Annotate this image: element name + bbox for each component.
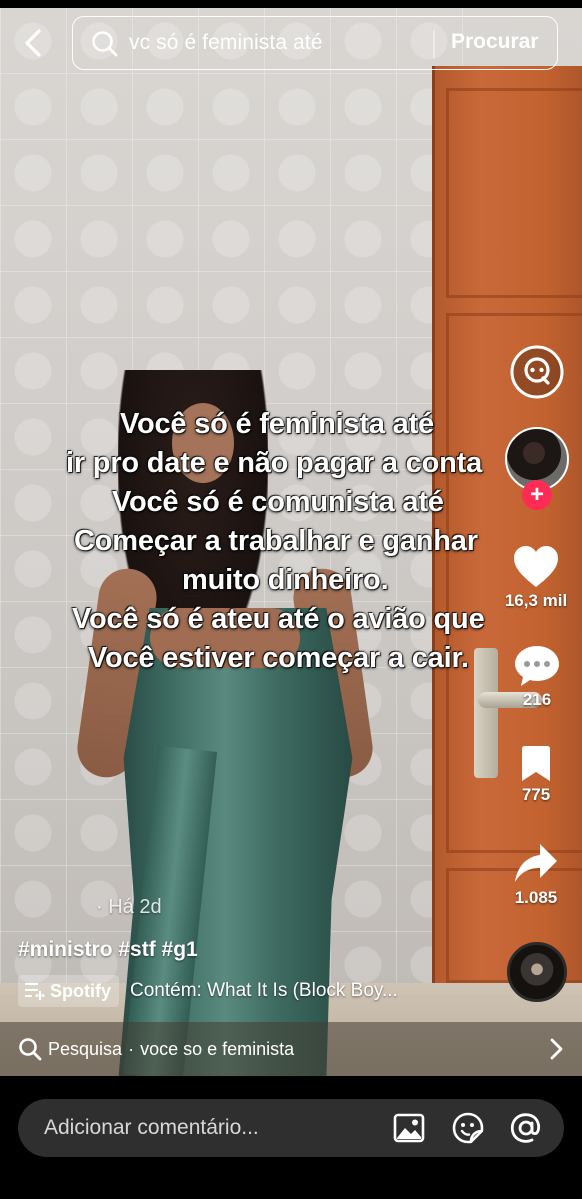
like-button[interactable]: 16,3 mil [502, 545, 570, 611]
search-icon [92, 31, 118, 57]
related-search-query: voce so e feminista [140, 1039, 295, 1059]
save-count: 775 [521, 785, 551, 804]
caption-line: Começar a trabalhar e ganhar [74, 525, 478, 557]
share-count: 1.085 [514, 888, 558, 907]
search-icon [19, 1038, 42, 1061]
caption-line: Você só é comunista até [112, 486, 444, 518]
comment-button[interactable]: 216 [510, 644, 564, 710]
playlist-add-icon [25, 983, 45, 1000]
caption-line: Você só é feminista até [120, 408, 434, 440]
at-icon[interactable] [510, 1112, 542, 1144]
save-button[interactable]: 775 [514, 745, 558, 805]
share-arrow-icon [515, 844, 557, 882]
like-count: 16,3 mil [504, 591, 568, 610]
caption-line: Você estiver começar a cair. [88, 642, 469, 674]
related-search-separator: · [128, 1039, 135, 1059]
caption-line: Você só é ateu até o avião que [72, 603, 485, 635]
related-search-button[interactable] [510, 345, 564, 399]
sticker-icon[interactable] [452, 1112, 484, 1144]
chevron-left-icon [25, 29, 41, 57]
back-button[interactable] [16, 26, 50, 60]
post-time: · Há 2d [96, 896, 162, 918]
follow-button[interactable]: + [522, 480, 552, 510]
hashtags[interactable]: #ministro #stf #g1 [18, 938, 198, 962]
related-search-label: Pesquisa · voce so e feminista [48, 1039, 294, 1060]
chevron-right-icon [550, 1038, 563, 1060]
music-title[interactable]: Contém: What It Is (Block Boy... [130, 980, 398, 1002]
related-search-prefix: Pesquisa [48, 1039, 123, 1059]
heart-icon [514, 546, 558, 587]
search-divider [433, 30, 435, 58]
door-panel [446, 88, 582, 298]
image-icon[interactable] [393, 1112, 425, 1144]
bookmark-icon [522, 746, 550, 781]
music-disc[interactable] [507, 942, 567, 1002]
speech-bubble-icon [515, 646, 559, 686]
door-handle-plate [474, 648, 498, 778]
search-input[interactable]: vc só é feminista até [129, 31, 323, 55]
related-search-bar[interactable]: Pesquisa · voce so e feminista [0, 1022, 582, 1076]
search-bubble-icon [510, 345, 564, 399]
search-submit-button[interactable]: Procurar [451, 30, 539, 54]
comment-count: 216 [522, 690, 552, 709]
comment-placeholder: Adicionar comentário... [44, 1116, 259, 1139]
caption-line: ir pro date e não pagar a conta [66, 447, 483, 479]
share-button[interactable]: 1.085 [508, 842, 564, 908]
spotify-label: Spotify [50, 980, 111, 1001]
spotify-chip[interactable]: Spotify [18, 975, 119, 1007]
caption-line: muito dinheiro. [182, 564, 389, 596]
search-bar[interactable]: vc só é feminista até Procurar [72, 16, 558, 70]
